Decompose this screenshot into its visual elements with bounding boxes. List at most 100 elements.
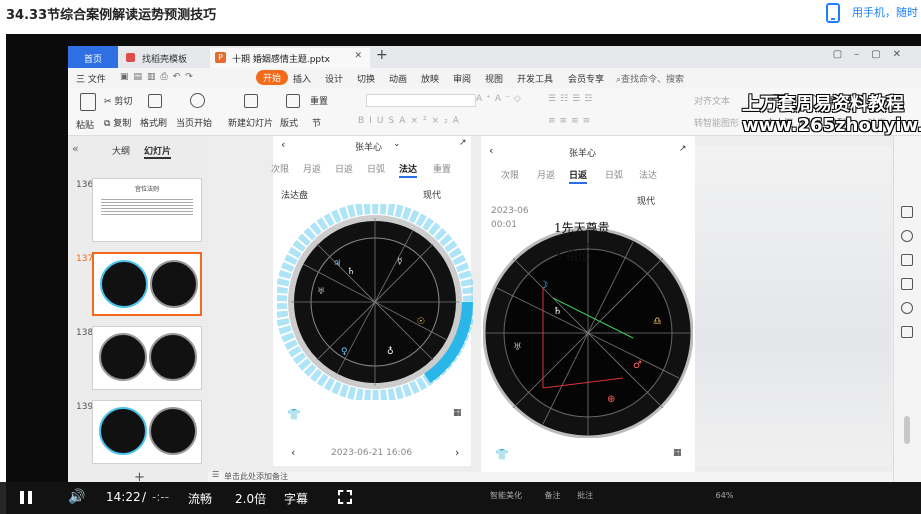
- thumb-chart-wheel: [99, 407, 147, 455]
- slide-number: 139: [76, 402, 94, 412]
- slides-tab[interactable]: 幻灯片: [144, 144, 172, 159]
- reset-button[interactable]: 重置: [310, 94, 328, 107]
- format-painter-icon[interactable]: [148, 94, 162, 108]
- cut-button[interactable]: ✂ 剪切: [104, 94, 132, 107]
- window-controls[interactable]: ▢–▢✕: [833, 49, 913, 60]
- slide-thumbnail-pane: « 大纲 幻灯片 136 宫位法则 137 138 139 +: [68, 136, 208, 482]
- thumb-chart-wheel: [149, 407, 197, 455]
- grid-icon: ▦: [453, 408, 462, 418]
- notes-bar[interactable]: ☰ 单击此处添加备注: [208, 470, 893, 482]
- new-slide-button[interactable]: 新建幻灯片: [228, 116, 273, 129]
- layout-button[interactable]: 版式: [280, 116, 298, 129]
- slide-background-image: [695, 146, 891, 466]
- command-search[interactable]: ⌕查找命令、搜索: [616, 72, 684, 85]
- pause-icon-bar[interactable]: [28, 491, 32, 504]
- font-format-buttons[interactable]: BIUSA×²×₂A: [358, 116, 464, 126]
- share-icon: ↗: [679, 144, 687, 154]
- right-tool-sidebar: [893, 136, 921, 482]
- menu-start[interactable]: 开始: [256, 70, 289, 85]
- help-icon[interactable]: [901, 326, 913, 338]
- watch-on-mobile-link[interactable]: 用手机，随时: [852, 4, 918, 20]
- mobile-phone-icon[interactable]: [826, 3, 840, 23]
- image-tools-icon[interactable]: [901, 278, 913, 290]
- align-text-button[interactable]: 对齐文本: [694, 94, 730, 107]
- slide-number: 136: [76, 180, 94, 190]
- play-current-button[interactable]: 当页开始: [176, 116, 212, 129]
- collapse-pane-icon[interactable]: «: [72, 142, 79, 155]
- phone-screenshot-left: ‹ 张羊心 ⌄ ↗ 次限 月返 日返 日弧 法达 重置 法达盘 现代 ♃ ♄ ♅…: [271, 136, 473, 466]
- svg-text:☿: ☿: [397, 257, 403, 267]
- speed-button[interactable]: 2.0倍: [235, 490, 266, 507]
- grid-icon: ▦: [673, 448, 682, 458]
- properties-icon[interactable]: [901, 206, 913, 218]
- video-player[interactable]: 首页 找稻壳模板 十期 婚姻感情主题.pptx ✕ + ▢–▢✕ 三 文件 ▣▤▥…: [6, 34, 921, 514]
- format-painter-button[interactable]: 格式刷: [140, 116, 167, 129]
- font-name-select[interactable]: [366, 94, 476, 107]
- quality-button[interactable]: 流畅: [188, 490, 212, 507]
- thumb-chart-wheel: [149, 333, 197, 381]
- chart-mode: 现代: [423, 191, 442, 201]
- annotation-line-2: 2落宫，宫性: [554, 235, 622, 249]
- menu-review[interactable]: 审阅: [453, 72, 471, 85]
- menu-insert[interactable]: 插入: [293, 72, 311, 85]
- paste-button[interactable]: 粘贴: [76, 118, 94, 131]
- tab-document[interactable]: 十期 婚姻感情主题.pptx ✕: [210, 48, 370, 68]
- zoom-level[interactable]: 64%: [716, 491, 734, 500]
- paste-icon[interactable]: [80, 93, 96, 111]
- menu-file[interactable]: 三 文件: [76, 72, 106, 85]
- slide-thumbnail-139[interactable]: [92, 400, 202, 464]
- pause-icon[interactable]: [20, 491, 24, 504]
- menu-transition[interactable]: 切换: [357, 72, 375, 85]
- add-note-placeholder[interactable]: 单击此处添加备注: [224, 471, 288, 482]
- notes-button[interactable]: 备注: [545, 491, 561, 500]
- tab-template[interactable]: 找稻壳模板: [120, 48, 210, 68]
- svg-text:☉: ☉: [417, 317, 425, 327]
- quick-access-icons[interactable]: ▣▤▥⎙↶↷: [120, 72, 198, 82]
- title-bar: 首页 找稻壳模板 十期 婚姻感情主题.pptx ✕ + ▢–▢✕: [68, 46, 921, 68]
- svg-text:☽: ☽: [539, 280, 548, 291]
- navigation-icon[interactable]: [901, 302, 913, 314]
- phone-tab: 次限: [501, 171, 520, 181]
- paragraph-buttons[interactable]: ☰☷☰☲: [548, 94, 596, 104]
- phone-tab: 日弧: [605, 171, 624, 181]
- add-slide-icon[interactable]: +: [134, 470, 145, 482]
- slide-thumbnail-136[interactable]: 宫位法则: [92, 178, 202, 242]
- menu-design[interactable]: 设计: [325, 72, 343, 85]
- menu-slideshow[interactable]: 放映: [421, 72, 439, 85]
- font-size-buttons[interactable]: A⁺A⁻◇: [476, 94, 525, 104]
- tab-home[interactable]: 首页: [68, 46, 118, 68]
- menu-view[interactable]: 视图: [485, 72, 503, 85]
- menu-animation[interactable]: 动画: [389, 72, 407, 85]
- back-arrow-icon: ‹: [489, 144, 494, 157]
- slide-canvas: ‹ 张羊心 ⌄ ↗ 次限 月返 日返 日弧 法达 重置 法达盘 现代 ♃ ♄ ♅…: [208, 136, 893, 472]
- outline-tab[interactable]: 大纲: [112, 144, 130, 157]
- menu-member[interactable]: 会员专享: [568, 72, 604, 85]
- menu-dev-tools[interactable]: 开发工具: [517, 72, 553, 85]
- copy-button[interactable]: ⧉ 复制: [104, 116, 131, 129]
- subtitle-button[interactable]: 字幕: [284, 490, 308, 507]
- play-icon[interactable]: [190, 93, 205, 108]
- magic-icon[interactable]: [901, 230, 913, 242]
- volume-icon[interactable]: 🔊: [68, 489, 85, 505]
- svg-text:♅: ♅: [317, 287, 325, 297]
- tshirt-icon: 👕: [495, 448, 509, 461]
- comments-button[interactable]: 批注: [577, 491, 593, 500]
- annotation-line-1: 1先天尊贵: [554, 221, 610, 235]
- smart-beautify-button[interactable]: 智能美化: [490, 491, 522, 500]
- section-button[interactable]: 节: [312, 116, 321, 129]
- slide-thumbnail-137[interactable]: [92, 252, 202, 316]
- phone-tab: 月返: [537, 171, 556, 181]
- align-buttons[interactable]: ≡≡≡≡: [548, 116, 594, 126]
- thumb-text-lines: [101, 197, 193, 217]
- copy-slide-icon[interactable]: [901, 254, 913, 266]
- scrollbar[interactable]: [904, 416, 910, 444]
- phone-screenshot-right: ‹ 张羊心 ↗ 次限 月返 日返 日弧 法达 现代 2023-06 00:01: [481, 136, 695, 472]
- slide-thumbnail-138[interactable]: [92, 326, 202, 390]
- svg-text:⊕: ⊕: [607, 394, 615, 405]
- fullscreen-icon[interactable]: [338, 490, 352, 504]
- layout-icon[interactable]: [286, 94, 300, 108]
- add-tab-icon[interactable]: +: [376, 47, 388, 63]
- smart-art-button[interactable]: 转智能图形: [694, 116, 739, 129]
- new-slide-icon[interactable]: [244, 94, 258, 108]
- close-tab-icon[interactable]: ✕: [354, 51, 362, 61]
